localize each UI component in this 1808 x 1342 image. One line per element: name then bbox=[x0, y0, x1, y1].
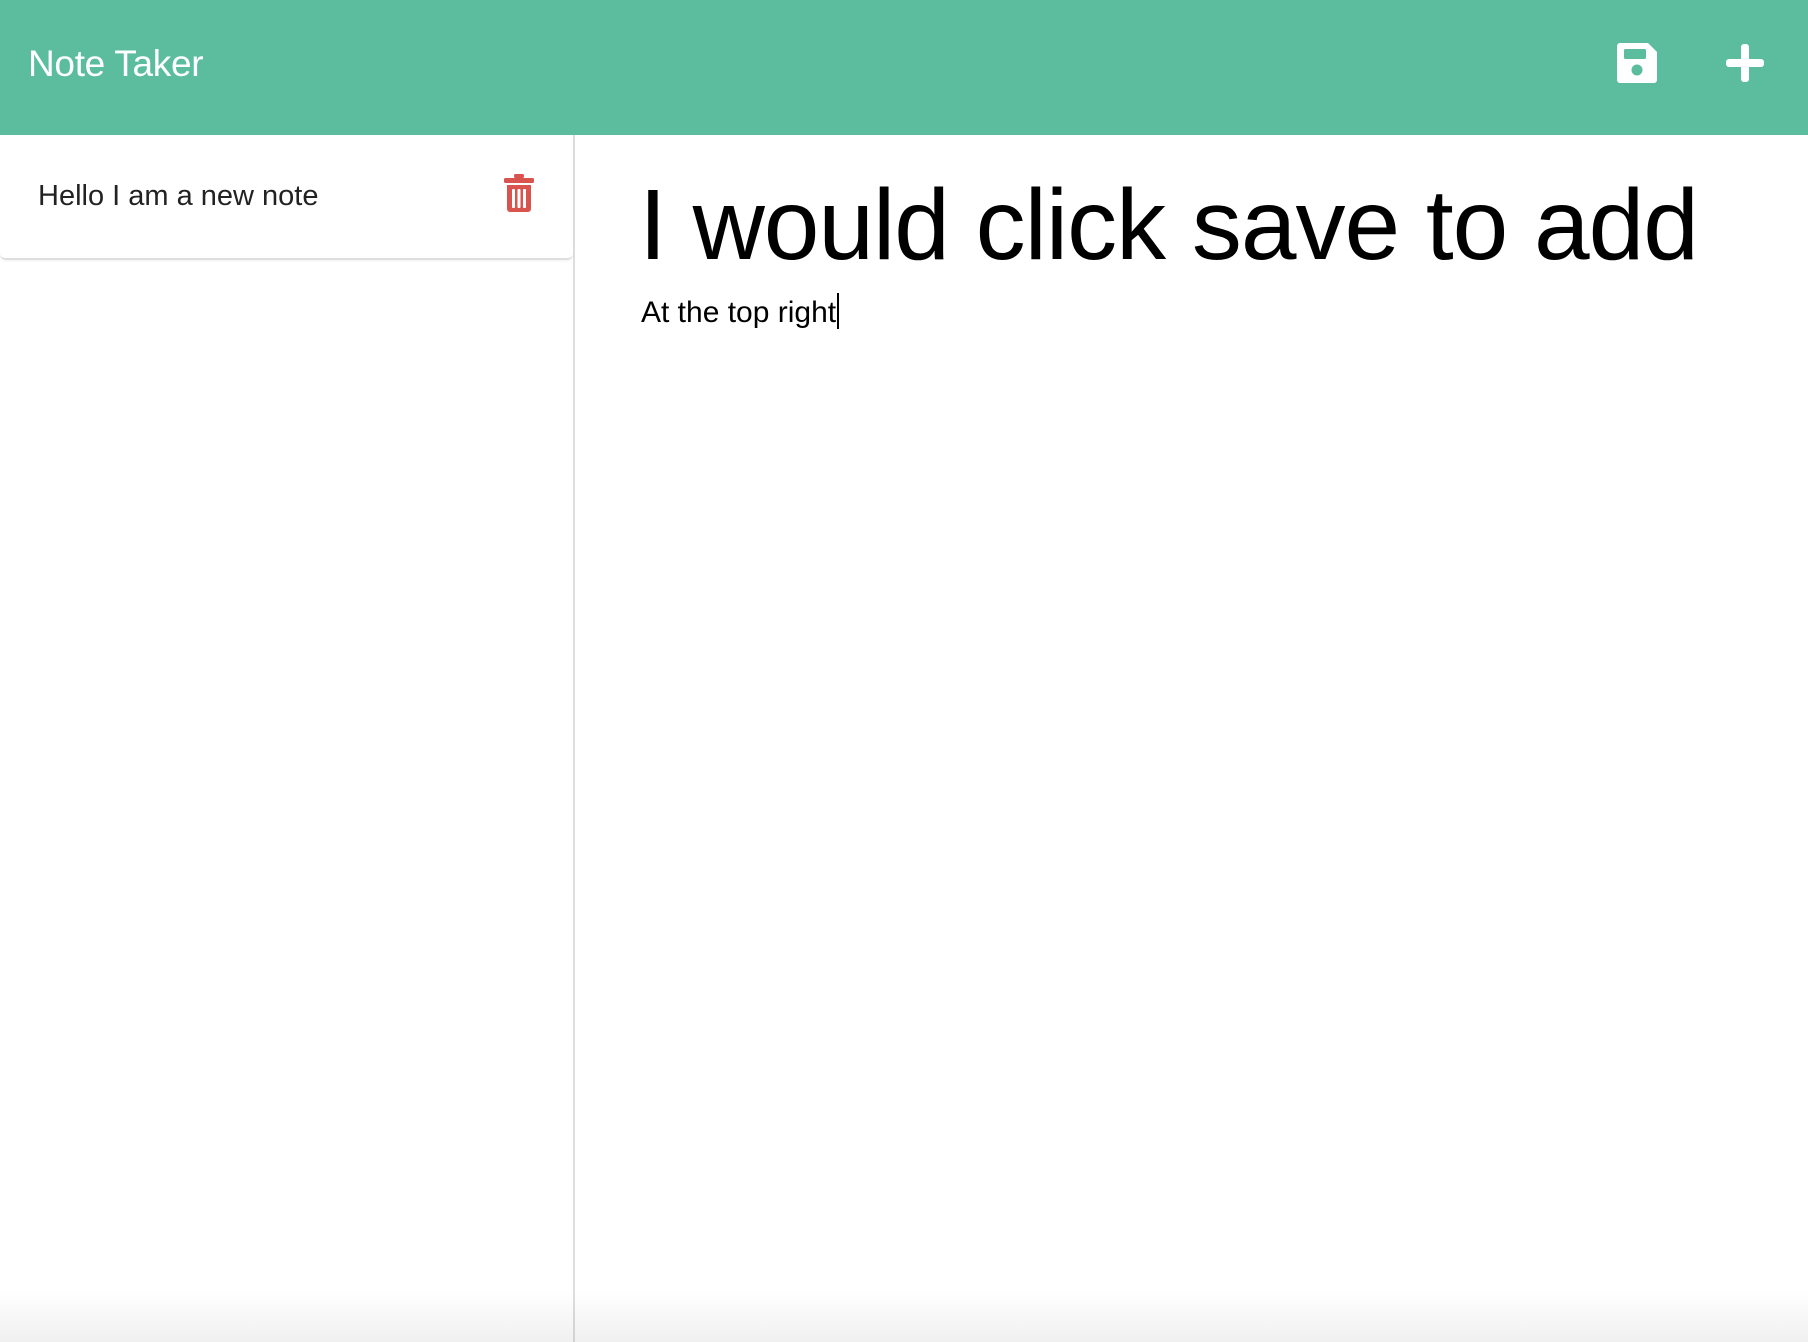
floppy-disk-icon bbox=[1617, 43, 1657, 83]
plus-icon bbox=[1726, 44, 1764, 82]
note-editor: I would click save to add At the top rig… bbox=[577, 135, 1808, 1342]
note-list-item-title: Hello I am a new note bbox=[38, 180, 319, 212]
app-title[interactable]: Note Taker bbox=[28, 40, 204, 88]
note-body-textarea[interactable]: At the top right bbox=[641, 293, 1761, 1273]
navbar: Note Taker bbox=[0, 0, 1808, 135]
notes-sidebar: Hello I am a new note bbox=[0, 135, 575, 1342]
text-cursor bbox=[837, 293, 840, 329]
note-list-item[interactable]: Hello I am a new note bbox=[0, 135, 573, 260]
note-body-text: At the top right bbox=[641, 296, 837, 329]
new-note-button[interactable] bbox=[1720, 38, 1770, 88]
delete-note-button[interactable] bbox=[502, 173, 536, 213]
note-title-input[interactable]: I would click save to add bbox=[639, 160, 1779, 290]
save-note-button[interactable] bbox=[1612, 38, 1662, 88]
trash-icon bbox=[504, 174, 534, 212]
